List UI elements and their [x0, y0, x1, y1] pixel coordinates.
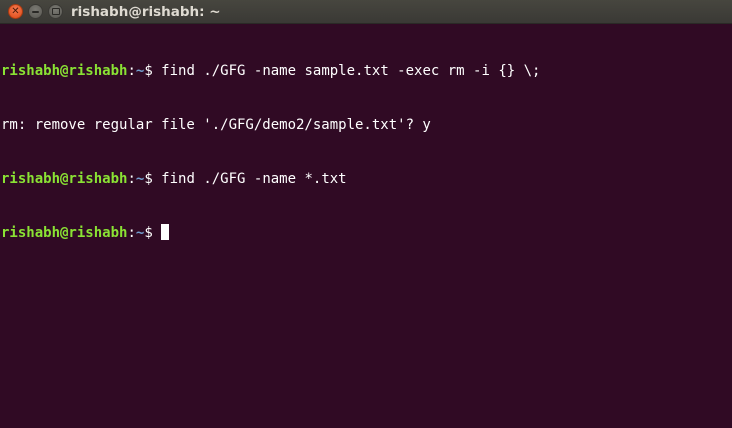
- title-bar[interactable]: ✕ rishabh@rishabh: ~: [0, 0, 732, 24]
- prompt-user-host: rishabh@rishabh: [1, 171, 128, 187]
- terminal-line-prompt: rishabh@rishabh:~$: [1, 224, 732, 242]
- terminal-line-output: rm: remove regular file './GFG/demo2/sam…: [1, 116, 732, 134]
- prompt-colon: :: [127, 63, 136, 79]
- output-text: rm: remove regular file './GFG/demo2/sam…: [1, 117, 431, 133]
- prompt-colon: :: [127, 171, 136, 187]
- terminal-line-command: rishabh@rishabh:~$ find ./GFG -name *.tx…: [1, 170, 732, 188]
- prompt-colon: :: [127, 225, 136, 241]
- prompt-dollar: $: [144, 63, 162, 79]
- prompt-user-host: rishabh@rishabh: [1, 63, 128, 79]
- close-icon: ✕: [11, 5, 20, 17]
- window-title: rishabh@rishabh: ~: [71, 4, 221, 20]
- terminal-output[interactable]: rishabh@rishabh:~$ find ./GFG -name samp…: [0, 24, 732, 428]
- command-text: find ./GFG -name sample.txt -exec rm -i …: [161, 63, 541, 79]
- minimize-icon: [32, 10, 39, 13]
- terminal-cursor: [161, 224, 170, 240]
- command-text: find ./GFG -name *.txt: [161, 171, 347, 187]
- close-button[interactable]: ✕: [8, 4, 23, 19]
- prompt-dollar: $: [144, 171, 162, 187]
- terminal-line-command: rishabh@rishabh:~$ find ./GFG -name samp…: [1, 62, 732, 80]
- maximize-button[interactable]: [48, 4, 63, 19]
- terminal-window: ✕ rishabh@rishabh: ~ rishabh@rishabh:~$ …: [0, 0, 732, 428]
- prompt-user-host: rishabh@rishabh: [1, 225, 128, 241]
- maximize-icon: [51, 8, 60, 15]
- prompt-dollar: $: [144, 225, 162, 241]
- minimize-button[interactable]: [28, 4, 43, 19]
